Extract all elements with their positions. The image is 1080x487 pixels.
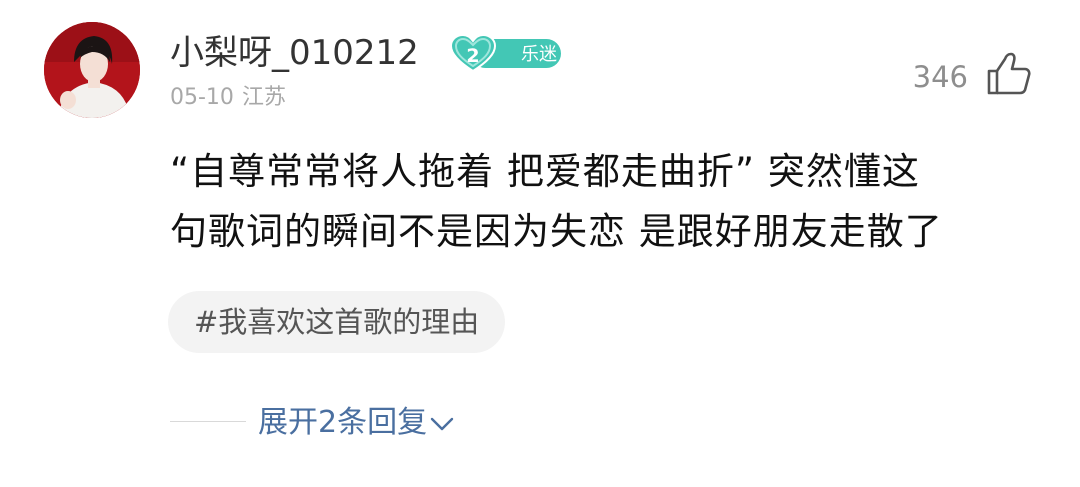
thumbs-up-icon[interactable] xyxy=(986,51,1032,97)
badge-label: 乐迷 xyxy=(521,44,557,65)
comment-text-line: “自尊常常将人拖着 把爱都走曲折” 突然懂这 xyxy=(170,150,920,193)
divider xyxy=(170,421,246,422)
chevron-down-icon xyxy=(430,417,454,430)
comment-location: 江苏 xyxy=(241,85,286,110)
comment-date: 05-10 xyxy=(170,85,234,110)
badge-level: 2 xyxy=(466,45,480,67)
comment-meta: 05-10 江苏 xyxy=(170,83,286,113)
avatar-image xyxy=(44,22,140,118)
avatar[interactable] xyxy=(44,22,140,118)
fan-level-badge[interactable]: 乐迷 2 xyxy=(449,34,561,73)
topic-tag[interactable]: #我喜欢这首歌的理由 xyxy=(168,291,506,353)
like-count: 346 xyxy=(912,60,968,94)
expand-replies-button[interactable]: 展开2条回复 xyxy=(258,401,455,445)
comment-text: “自尊常常将人拖着 把爱都走曲折” 突然懂这 句歌词的瞬间不是因为失恋 是跟好朋… xyxy=(170,142,1030,262)
expand-replies-label: 展开2条回复 xyxy=(258,405,428,440)
username[interactable]: 小梨呀_010212 xyxy=(170,30,419,76)
comment-text-line: 句歌词的瞬间不是因为失恋 是跟好朋友走散了 xyxy=(170,210,943,253)
comment-card: 小梨呀_010212 乐迷 2 05-10 江苏 346 “自尊常常将人拖着 把爱… xyxy=(0,0,1080,487)
